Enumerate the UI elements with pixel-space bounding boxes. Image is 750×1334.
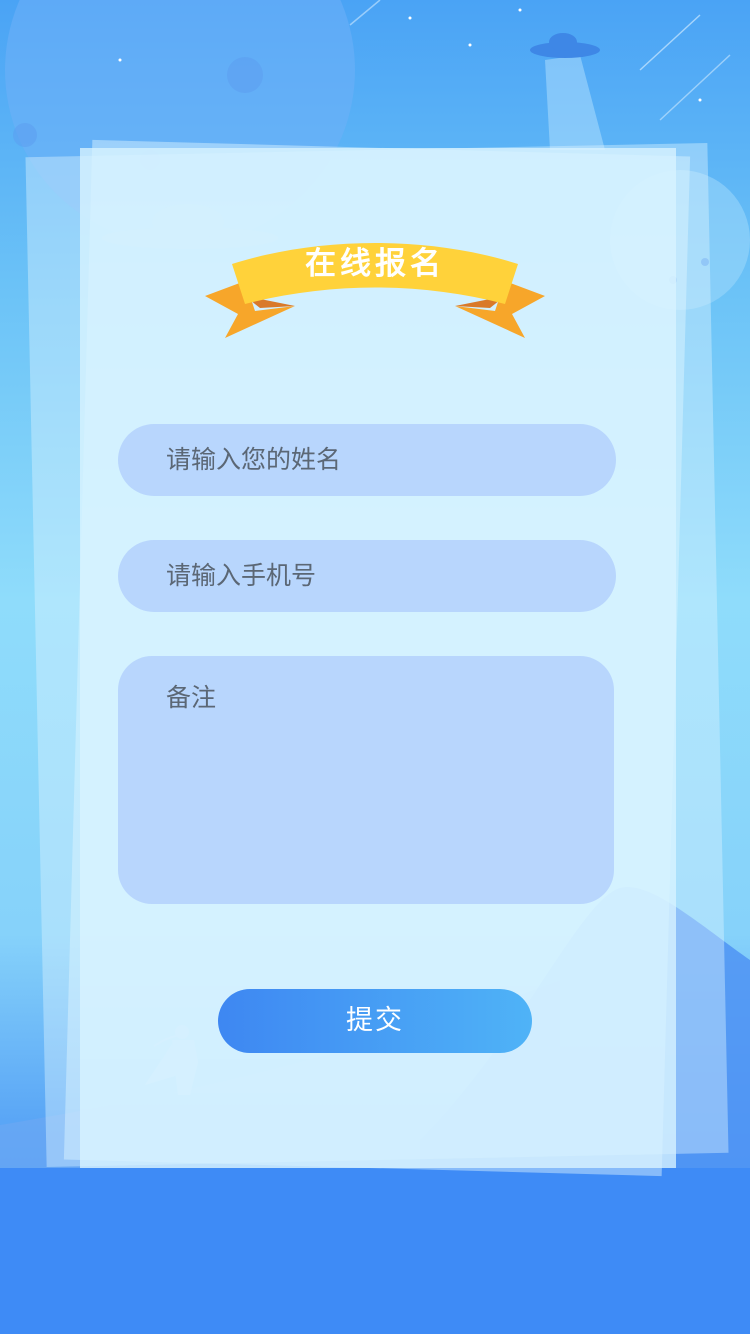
name-placeholder: 请输入您的姓名 [166, 445, 342, 474]
ufo-icon [530, 33, 605, 150]
remark-placeholder: 备注 [166, 683, 217, 712]
page-title: 在线报名 [305, 246, 445, 282]
name-input[interactable]: 请输入您的姓名 [118, 424, 616, 496]
phone-input[interactable]: 请输入手机号 [118, 540, 616, 612]
submit-button[interactable]: 提交 [218, 989, 532, 1053]
remark-textarea[interactable]: 备注 [118, 656, 614, 904]
phone-placeholder: 请输入手机号 [166, 561, 317, 590]
